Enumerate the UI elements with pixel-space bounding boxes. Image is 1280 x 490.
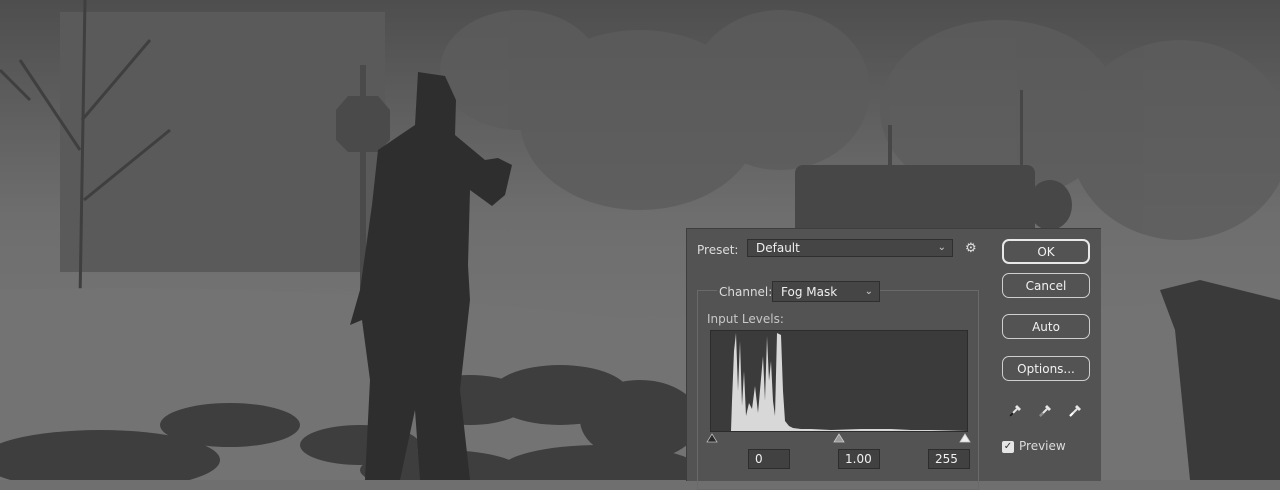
- gamma-handle[interactable]: [833, 433, 845, 443]
- chevron-down-icon: ⌄: [864, 286, 873, 297]
- channel-value: Fog Mask: [781, 285, 838, 299]
- black-eyedropper-icon[interactable]: [1007, 401, 1025, 419]
- preset-value: Default: [756, 241, 800, 255]
- input-white-field[interactable]: 255: [928, 449, 970, 469]
- histogram: [710, 330, 968, 432]
- channel-label: Channel:: [717, 285, 775, 299]
- gray-eyedropper-icon[interactable]: [1037, 401, 1055, 419]
- input-levels-slider[interactable]: [706, 432, 972, 444]
- histogram-graph: [711, 333, 967, 431]
- channel-dropdown[interactable]: Fog Mask ⌄: [772, 281, 880, 302]
- preset-dropdown[interactable]: Default ⌄: [747, 239, 953, 257]
- preview-checkbox[interactable]: ✓: [1002, 441, 1014, 453]
- cancel-button[interactable]: Cancel: [1002, 273, 1090, 298]
- auto-button[interactable]: Auto: [1002, 314, 1090, 339]
- gear-icon[interactable]: ⚙: [965, 241, 977, 256]
- input-levels-label: Input Levels:: [707, 312, 784, 326]
- white-eyedropper-icon[interactable]: [1067, 401, 1085, 419]
- preview-label: Preview: [1019, 439, 1066, 453]
- white-point-handle[interactable]: [959, 433, 971, 443]
- options-button[interactable]: Options...: [1002, 356, 1090, 381]
- black-point-handle[interactable]: [706, 433, 718, 443]
- input-black-field[interactable]: 0: [748, 449, 790, 469]
- preset-label: Preset:: [697, 243, 739, 257]
- chevron-down-icon: ⌄: [937, 242, 946, 253]
- building-silhouette: [60, 12, 385, 272]
- levels-dialog: Preset: Default ⌄ ⚙ Channel: Fog Mask ⌄ …: [686, 228, 1101, 490]
- input-gamma-field[interactable]: 1.00: [838, 449, 880, 469]
- histogram-fill: [711, 333, 967, 431]
- ok-button[interactable]: OK: [1002, 239, 1090, 264]
